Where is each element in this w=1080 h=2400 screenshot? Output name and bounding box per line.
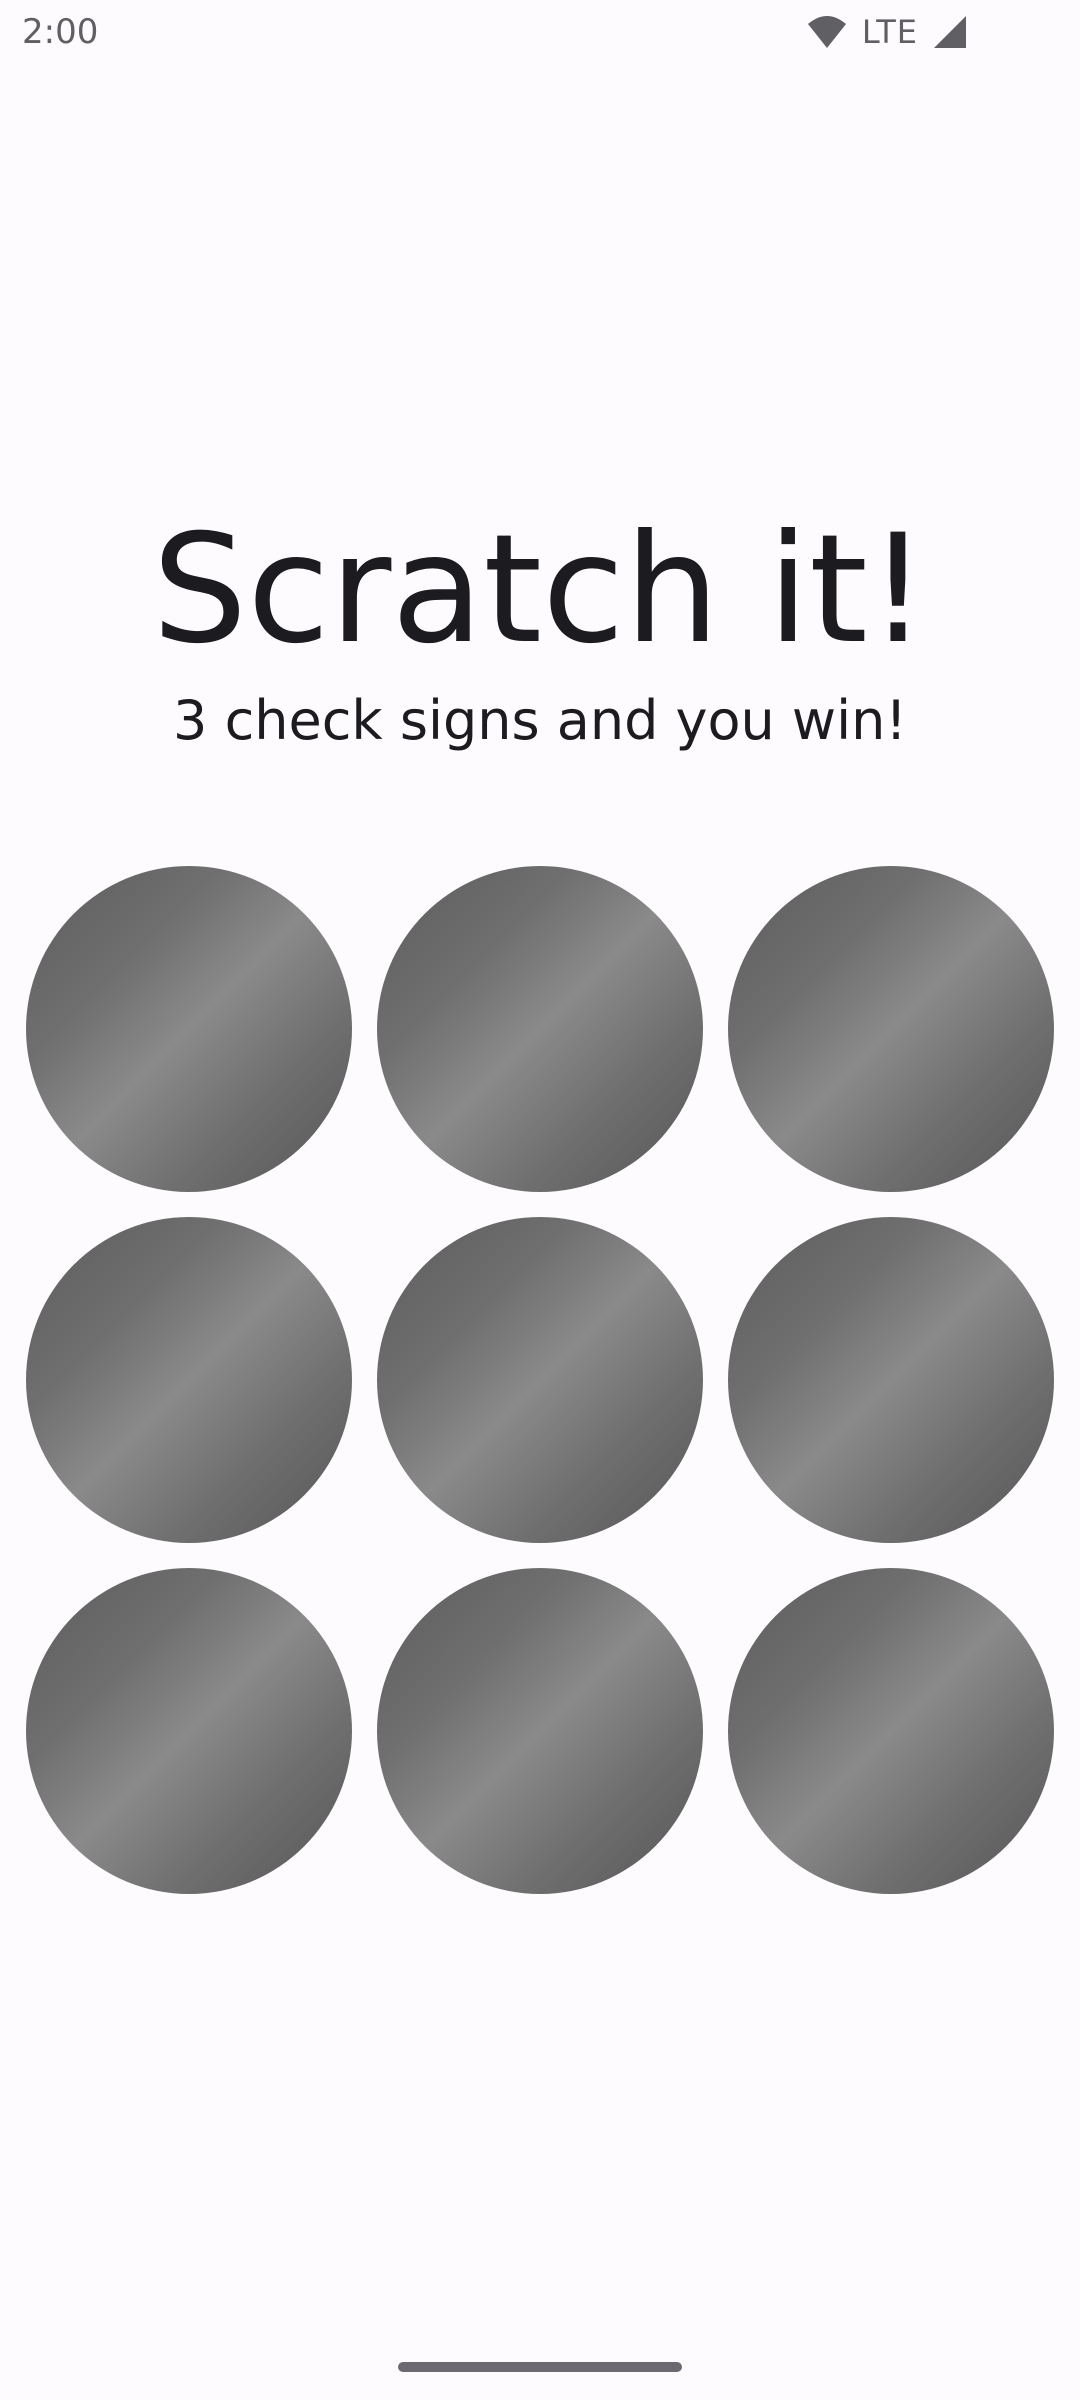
scratch-cell-9[interactable] bbox=[728, 1568, 1054, 1894]
network-type-label: LTE bbox=[861, 13, 918, 51]
navigation-handle[interactable] bbox=[398, 2362, 682, 2372]
status-icons: LTE bbox=[806, 12, 968, 52]
scratch-cell-4[interactable] bbox=[26, 1217, 352, 1543]
cell-signal-icon bbox=[934, 16, 966, 48]
wifi-icon bbox=[807, 16, 846, 48]
page-subtitle: 3 check signs and you win! bbox=[173, 689, 907, 752]
scratch-cell-3[interactable] bbox=[728, 866, 1054, 1192]
scratch-cell-6[interactable] bbox=[728, 1217, 1054, 1543]
status-time: 2:00 bbox=[22, 12, 99, 52]
scratch-cell-2[interactable] bbox=[377, 866, 703, 1192]
scratch-cell-8[interactable] bbox=[377, 1568, 703, 1894]
page-title: Scratch it! bbox=[152, 503, 928, 677]
scratch-cell-7[interactable] bbox=[26, 1568, 352, 1894]
scratch-grid bbox=[26, 866, 1054, 1894]
scratch-cell-5[interactable] bbox=[377, 1217, 703, 1543]
scratch-cell-1[interactable] bbox=[26, 866, 352, 1192]
status-bar: 2:00 LTE bbox=[0, 0, 1080, 64]
